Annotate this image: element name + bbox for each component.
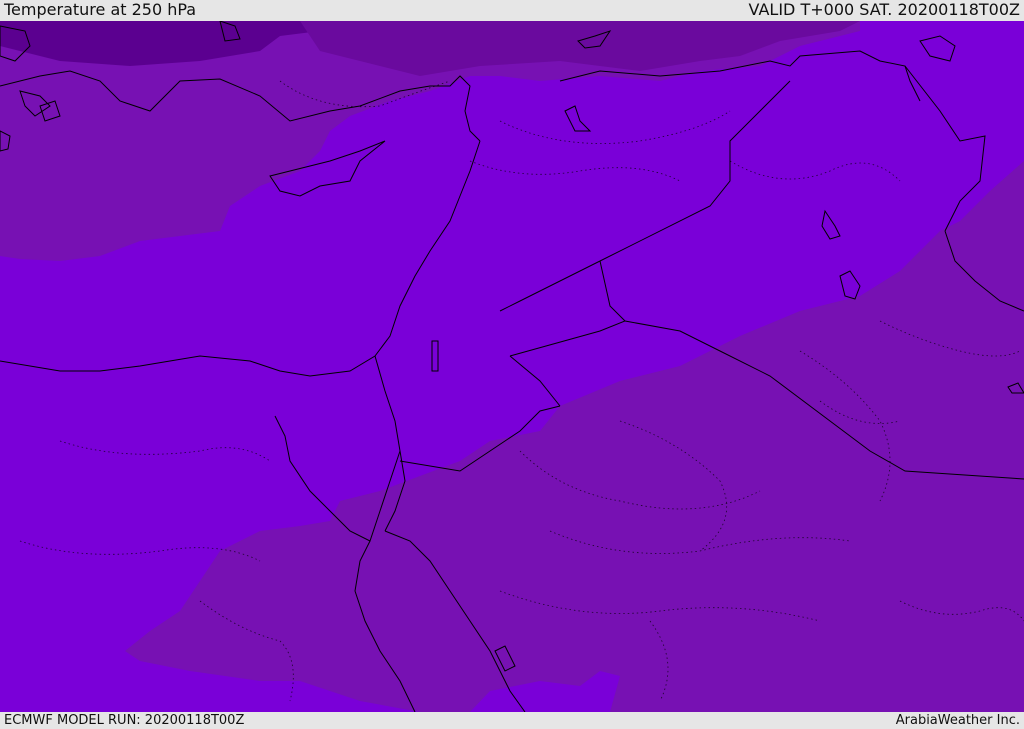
temperature-map[interactable] — [0, 21, 1024, 712]
footer-bar: ECMWF MODEL RUN: 20200118T00Z ArabiaWeat… — [0, 712, 1024, 729]
valid-time: VALID T+000 SAT. 20200118T00Z — [748, 0, 1020, 19]
credit-label: ArabiaWeather Inc. — [895, 713, 1020, 728]
map-title: Temperature at 250 hPa — [4, 0, 197, 19]
header-bar: Temperature at 250 hPa VALID T+000 SAT. … — [0, 0, 1024, 21]
model-run-label: ECMWF MODEL RUN: 20200118T00Z — [4, 713, 245, 728]
map-svg — [0, 21, 1024, 712]
